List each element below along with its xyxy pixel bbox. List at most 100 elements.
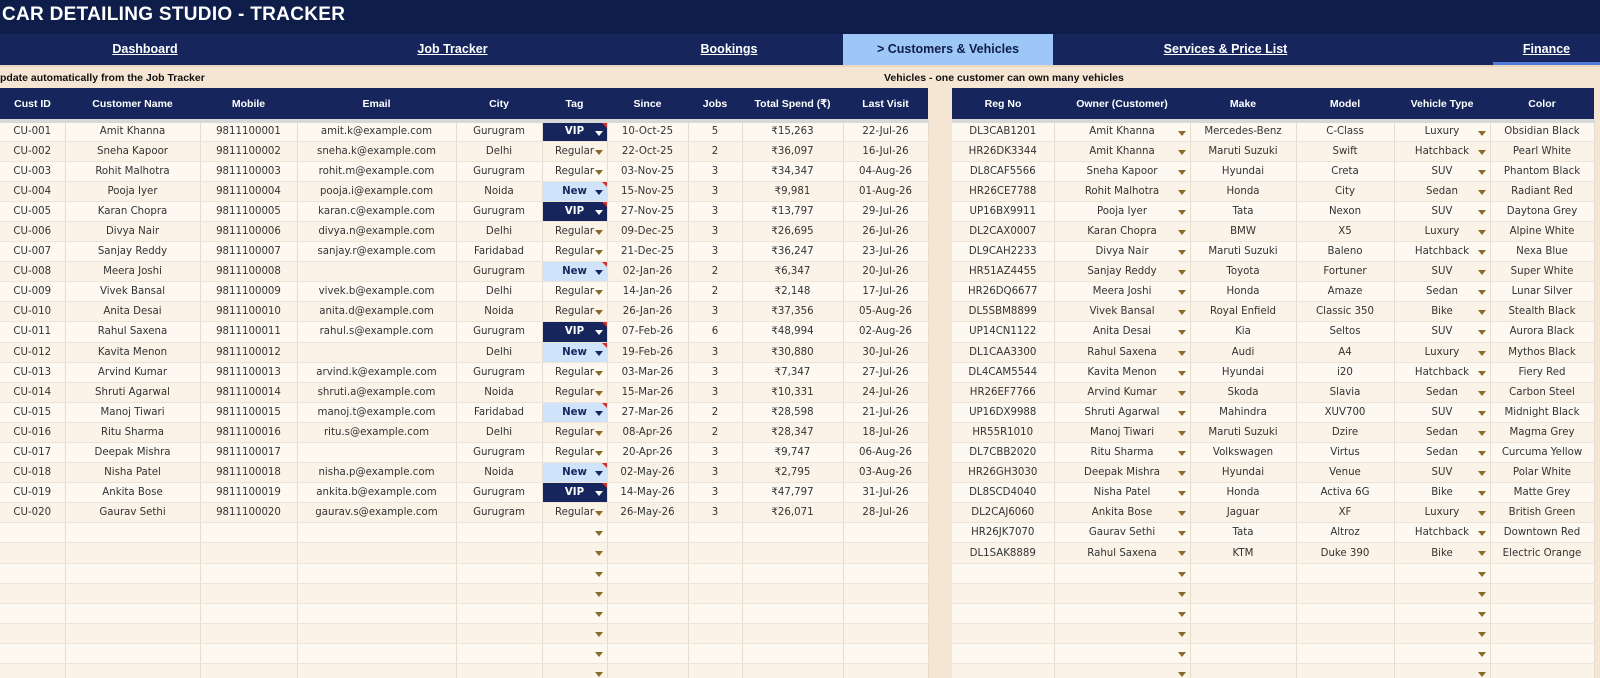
vehicles-cell-vehicle-type[interactable]: SUV	[1394, 161, 1491, 182]
customers-cell-tag[interactable]: New	[542, 261, 608, 283]
dropdown-arrow-icon[interactable]	[1477, 131, 1486, 136]
dropdown-arrow-icon[interactable]	[594, 471, 603, 477]
customers-cell-tag[interactable]: VIP	[542, 118, 608, 142]
vehicles-cell-vehicle-type[interactable]: Hatchback	[1394, 362, 1491, 383]
vehicles-cell-vehicle-type[interactable]: Luxury	[1394, 221, 1491, 243]
dropdown-arrow-icon[interactable]	[1477, 330, 1486, 336]
dropdown-arrow-icon[interactable]	[1477, 370, 1486, 376]
dropdown-arrow-icon[interactable]	[1477, 209, 1486, 215]
dropdown-arrow-icon[interactable]	[594, 270, 603, 276]
customers-cell-tag[interactable]: New	[542, 342, 608, 363]
customers-cell-tag[interactable]: Regular	[542, 422, 608, 444]
vehicles-cell-owner-customer[interactable]: Rohit Malhotra	[1054, 181, 1191, 202]
customers-cell-tag[interactable]: New	[542, 181, 608, 202]
vehicles-cell-owner-customer[interactable]: Meera Joshi	[1054, 281, 1191, 303]
dropdown-arrow-icon[interactable]	[594, 131, 603, 136]
vehicles-cell-owner-customer[interactable]: Kavita Menon	[1054, 362, 1191, 383]
dropdown-arrow-icon[interactable]	[1177, 451, 1186, 456]
dropdown-arrow-icon[interactable]	[594, 250, 603, 256]
customers-cell-tag[interactable]: VIP	[542, 321, 608, 343]
dropdown-arrow-icon[interactable]	[1477, 250, 1486, 256]
empty-cell[interactable]	[542, 522, 608, 544]
dropdown-arrow-icon[interactable]	[594, 531, 603, 537]
dropdown-arrow-icon[interactable]	[1477, 551, 1486, 557]
dropdown-arrow-icon[interactable]	[594, 149, 603, 155]
dropdown-arrow-icon[interactable]	[1177, 430, 1186, 436]
dropdown-arrow-icon[interactable]	[1477, 189, 1486, 195]
dropdown-arrow-icon[interactable]	[1477, 290, 1486, 296]
vehicles-cell-owner-customer[interactable]: Amit Khanna	[1054, 141, 1191, 162]
dropdown-arrow-icon[interactable]	[1477, 390, 1486, 396]
vehicles-cell-vehicle-type[interactable]: Hatchback	[1394, 241, 1491, 263]
dropdown-arrow-icon[interactable]	[1177, 149, 1186, 155]
customers-cell-tag[interactable]: Regular	[542, 241, 608, 263]
dropdown-arrow-icon[interactable]	[1177, 390, 1186, 396]
vehicles-cell-owner-customer[interactable]: Nisha Patel	[1054, 482, 1191, 504]
vehicles-cell-owner-customer[interactable]: Rahul Saxena	[1054, 342, 1191, 363]
empty-cell[interactable]	[1054, 563, 1191, 584]
empty-cell[interactable]	[1394, 663, 1491, 678]
empty-cell[interactable]	[542, 563, 608, 584]
dropdown-arrow-icon[interactable]	[594, 310, 603, 316]
dropdown-arrow-icon[interactable]	[1477, 651, 1486, 657]
vehicles-cell-owner-customer[interactable]: Anita Desai	[1054, 321, 1191, 343]
customers-cell-tag[interactable]: Regular	[542, 382, 608, 403]
dropdown-arrow-icon[interactable]	[1177, 611, 1186, 617]
dropdown-arrow-icon[interactable]	[594, 591, 603, 597]
empty-cell[interactable]	[1054, 643, 1191, 665]
dropdown-arrow-icon[interactable]	[594, 290, 603, 296]
dropdown-arrow-icon[interactable]	[1177, 651, 1186, 657]
dropdown-arrow-icon[interactable]	[594, 229, 603, 235]
dropdown-arrow-icon[interactable]	[594, 491, 603, 497]
vehicles-cell-vehicle-type[interactable]: Hatchback	[1394, 141, 1491, 162]
customers-cell-tag[interactable]: Regular	[542, 442, 608, 464]
dropdown-arrow-icon[interactable]	[1477, 571, 1486, 577]
vehicles-cell-owner-customer[interactable]: Vivek Bansal	[1054, 301, 1191, 323]
dropdown-arrow-icon[interactable]	[1177, 591, 1186, 597]
dropdown-arrow-icon[interactable]	[1177, 131, 1186, 136]
dropdown-arrow-icon[interactable]	[1177, 189, 1186, 195]
vehicles-cell-owner-customer[interactable]: Pooja Iyer	[1054, 201, 1191, 222]
empty-cell[interactable]	[1054, 583, 1191, 604]
vehicles-cell-owner-customer[interactable]: Karan Chopra	[1054, 221, 1191, 243]
dropdown-arrow-icon[interactable]	[1177, 410, 1186, 416]
dropdown-arrow-icon[interactable]	[1477, 270, 1486, 276]
empty-cell[interactable]	[1054, 623, 1191, 644]
vehicles-cell-vehicle-type[interactable]: Sedan	[1394, 281, 1491, 303]
dropdown-arrow-icon[interactable]	[594, 209, 603, 215]
vehicles-cell-vehicle-type[interactable]: Hatchback	[1394, 522, 1491, 544]
dropdown-arrow-icon[interactable]	[1177, 511, 1186, 517]
empty-cell[interactable]	[542, 643, 608, 665]
vehicles-cell-owner-customer[interactable]: Amit Khanna	[1054, 118, 1191, 142]
dropdown-arrow-icon[interactable]	[1177, 330, 1186, 336]
vehicles-cell-vehicle-type[interactable]: Luxury	[1394, 118, 1491, 142]
vehicles-cell-owner-customer[interactable]: Divya Nair	[1054, 241, 1191, 263]
vehicles-cell-vehicle-type[interactable]: Bike	[1394, 482, 1491, 504]
dropdown-arrow-icon[interactable]	[594, 169, 603, 175]
vehicles-cell-vehicle-type[interactable]: Bike	[1394, 542, 1491, 564]
dropdown-arrow-icon[interactable]	[594, 330, 603, 336]
vehicles-cell-vehicle-type[interactable]: SUV	[1394, 201, 1491, 222]
tab-dashboard[interactable]: Dashboard	[0, 34, 290, 65]
dropdown-arrow-icon[interactable]	[594, 571, 603, 577]
vehicles-cell-vehicle-type[interactable]: SUV	[1394, 402, 1491, 423]
dropdown-arrow-icon[interactable]	[594, 350, 603, 356]
empty-cell[interactable]	[1054, 663, 1191, 678]
dropdown-arrow-icon[interactable]	[1177, 250, 1186, 256]
customers-cell-tag[interactable]: New	[542, 402, 608, 423]
empty-cell[interactable]	[1054, 603, 1191, 624]
dropdown-arrow-icon[interactable]	[594, 430, 603, 436]
dropdown-arrow-icon[interactable]	[1477, 611, 1486, 617]
customers-cell-tag[interactable]: Regular	[542, 221, 608, 243]
dropdown-arrow-icon[interactable]	[1477, 350, 1486, 356]
customers-cell-tag[interactable]: New	[542, 462, 608, 484]
dropdown-arrow-icon[interactable]	[1177, 551, 1186, 557]
customers-cell-tag[interactable]: Regular	[542, 141, 608, 162]
dropdown-arrow-icon[interactable]	[1177, 491, 1186, 497]
tab-customers-vehicles[interactable]: > Customers & Vehicles	[843, 34, 1053, 65]
dropdown-arrow-icon[interactable]	[594, 189, 603, 195]
dropdown-arrow-icon[interactable]	[594, 611, 603, 617]
dropdown-arrow-icon[interactable]	[1177, 270, 1186, 276]
vehicles-cell-vehicle-type[interactable]: SUV	[1394, 321, 1491, 343]
customers-cell-tag[interactable]: Regular	[542, 362, 608, 383]
